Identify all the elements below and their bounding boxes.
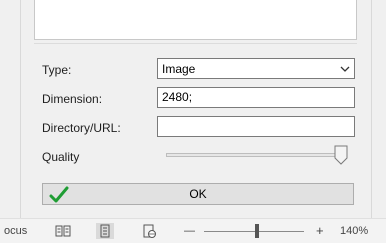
dimension-input[interactable]: 2480; — [157, 87, 355, 108]
ok-button-label: OK — [189, 187, 207, 201]
background-right — [372, 0, 386, 218]
web-layout-icon[interactable] — [140, 223, 158, 239]
background-left — [0, 0, 20, 218]
checkmark-icon — [49, 185, 69, 205]
focus-label[interactable]: ocus — [4, 225, 27, 237]
zoom-slider-track[interactable] — [204, 231, 304, 232]
panel-divider — [34, 43, 357, 44]
zoom-level[interactable]: 140% — [340, 225, 368, 237]
type-select[interactable]: Image — [157, 58, 355, 79]
dialog-preview-panel — [34, 0, 357, 40]
directory-url-input[interactable] — [157, 116, 355, 137]
quality-slider-track[interactable] — [166, 153, 336, 157]
zoom-slider-thumb[interactable] — [255, 224, 259, 238]
zoom-in-button[interactable]: + — [316, 223, 324, 238]
quality-label: Quality — [42, 150, 80, 164]
read-mode-icon[interactable] — [54, 223, 72, 239]
print-layout-icon[interactable] — [96, 223, 114, 239]
directory-url-label: Directory/URL: — [42, 121, 121, 135]
type-label: Type: — [42, 63, 72, 77]
quality-slider-thumb[interactable] — [334, 145, 348, 165]
dimension-label: Dimension: — [42, 92, 103, 106]
status-bar: ocus — + 140% — [0, 218, 386, 243]
zoom-out-button[interactable]: — — [184, 225, 195, 237]
chevron-down-icon — [340, 64, 350, 74]
ok-button[interactable]: OK — [42, 183, 354, 205]
type-select-value: Image — [162, 61, 196, 76]
